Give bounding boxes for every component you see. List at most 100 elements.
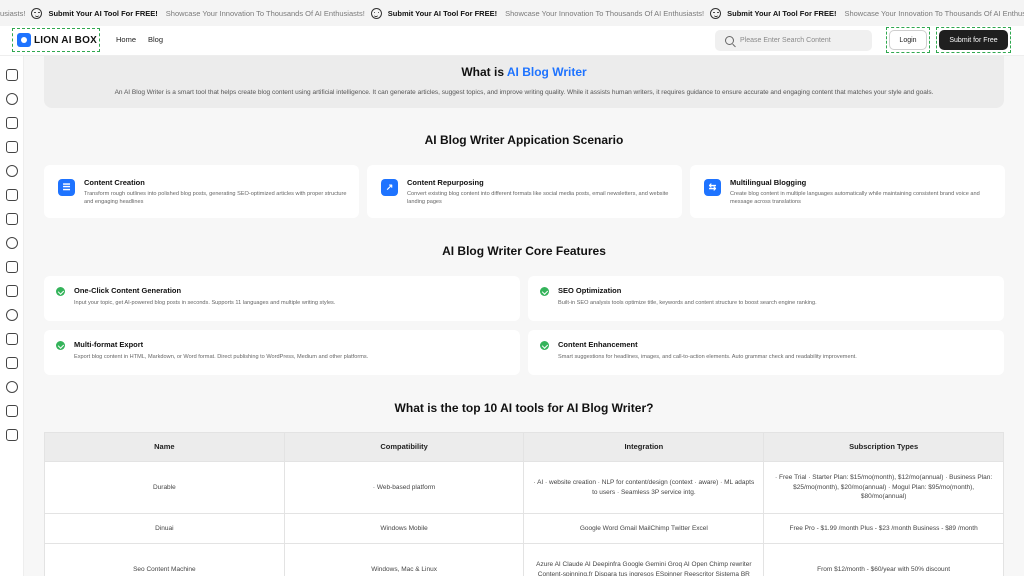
integration-cell: Google Word Gmail MailChimp Twitter Exce…	[523, 513, 765, 544]
site-logo[interactable]: LION AI BOX	[12, 28, 100, 52]
subscription-cell: From $12/month - $60/year with 50% disco…	[763, 543, 1004, 576]
table-row[interactable]: Seo Content Machine Windows, Mac & Linux…	[44, 543, 1004, 576]
image-icon[interactable]	[6, 93, 18, 105]
category-sidebar	[0, 56, 24, 576]
check-icon	[56, 287, 65, 296]
logo-text: LION AI BOX	[34, 34, 97, 46]
trend-icon: ↗	[381, 179, 398, 196]
media-icon[interactable]	[6, 381, 18, 393]
login-button-label: Login	[889, 30, 927, 50]
login-button[interactable]: Login	[886, 27, 930, 53]
column-header: Subscription Types	[763, 432, 1004, 462]
feature-title: SEO Optimization	[558, 286, 622, 295]
nav-home-link[interactable]: Home	[116, 35, 136, 44]
compatibility-cell: Windows Mobile	[283, 513, 525, 544]
ticker-text: Showcase Your Innovation To Thousands Of…	[165, 8, 365, 18]
misc-icon[interactable]	[6, 405, 18, 417]
nav-blog-link[interactable]: Blog	[148, 35, 163, 44]
ticker-text: Showcase Your Innovation To Thousands Of…	[505, 8, 705, 18]
feature-desc: Export blog content in HTML, Markdown, o…	[74, 354, 369, 360]
scenario-desc: Create blog content in multiple language…	[730, 191, 980, 206]
tool-name-cell[interactable]: Seo Content Machine	[44, 543, 285, 576]
ticker-text: s Of AI Enthusiasts!	[0, 8, 26, 18]
feature-desc: Smart suggestions for headlines, images,…	[558, 354, 857, 360]
ticker-cta[interactable]: Submit Your AI Tool For FREE!	[388, 9, 497, 18]
intro-description: An AI Blog Writer is a smart tool that h…	[114, 89, 934, 96]
table-header-row: Name Compatibility Integration Subscript…	[44, 432, 1004, 462]
scenario-desc: Transform rough outlines into polished b…	[84, 191, 347, 206]
scenario-title: Multilingual Blogging	[730, 178, 807, 187]
table-row[interactable]: Durable · Web-based platform · AI · webs…	[44, 461, 1004, 514]
design-icon[interactable]	[6, 261, 18, 273]
column-header: Compatibility	[283, 432, 525, 462]
submit-button-label: Submit for Free	[939, 30, 1008, 50]
top-header: LION AI BOX Home Blog Please Enter Searc…	[0, 26, 1024, 56]
top-tools-title: What is the top 10 AI tools for AI Blog …	[394, 401, 654, 415]
tool-name-cell[interactable]: Dinuai	[44, 513, 285, 544]
column-header: Name	[44, 432, 285, 462]
feature-desc: Built-in SEO analysis tools optimize tit…	[558, 300, 817, 306]
intro-title: What is AI Blog Writer	[44, 65, 1004, 79]
chat-icon[interactable]	[6, 165, 18, 177]
ticker-item: Showcase Your Innovation To Thousands Of…	[505, 7, 836, 19]
check-icon	[56, 341, 65, 350]
feature-card: One-Click Content Generation Input your …	[44, 276, 520, 321]
scenario-title: Content Repurposing	[407, 178, 484, 187]
vr-icon[interactable]	[6, 357, 18, 369]
ticker-item: Showcase Your Innovation To Thousands Of…	[165, 7, 497, 19]
search-input[interactable]: Please Enter Search Content	[715, 30, 872, 51]
ticker-track: s Of AI Enthusiasts! Submit Your AI Tool …	[0, 7, 1024, 19]
scenario-title: Content Creation	[84, 178, 145, 187]
ticker-item: Showcase Your Innovation To Thousands Of…	[844, 8, 1024, 19]
submit-for-free-button[interactable]: Submit for Free	[936, 27, 1011, 53]
tools-table: Name Compatibility Integration Subscript…	[44, 432, 1004, 576]
video-icon[interactable]	[6, 117, 18, 129]
feature-title: One-Click Content Generation	[74, 286, 182, 295]
ticker-cta[interactable]: Submit Your AI Tool For FREE!	[48, 9, 157, 18]
column-header: Integration	[523, 432, 765, 462]
code-icon[interactable]	[6, 141, 18, 153]
text-icon[interactable]	[6, 69, 18, 81]
smile-icon	[710, 7, 722, 19]
feature-desc: Input your topic, get AI-powered blog po…	[74, 300, 336, 306]
feature-title: Content Enhancement	[558, 340, 638, 349]
business-icon[interactable]	[6, 285, 18, 297]
feature-card: Content Enhancement Smart suggestions fo…	[528, 330, 1004, 375]
compatibility-cell: · Web-based platform	[283, 461, 525, 514]
health-icon[interactable]	[6, 333, 18, 345]
subscription-cell: · Free Trial · Starter Plan: $15/mo(mont…	[763, 461, 1004, 514]
main-content: What is AI Blog Writer An AI Blog Writer…	[24, 56, 1024, 576]
check-icon	[540, 341, 549, 350]
tool-name-cell[interactable]: Durable	[44, 461, 285, 514]
education-icon[interactable]	[6, 309, 18, 321]
scenario-card: ↗ Content Repurposing Convert existing b…	[367, 165, 682, 218]
check-icon	[540, 287, 549, 296]
marketing-icon[interactable]	[6, 213, 18, 225]
announcement-ticker: s Of AI Enthusiasts! Submit Your AI Tool …	[0, 0, 1024, 26]
exchange-icon: ⇆	[704, 179, 721, 196]
integration-cell: · AI · website creation · NLP for conten…	[523, 461, 765, 514]
subscription-cell: Free Pro - $1.99 /month Plus - $23 /mont…	[763, 513, 1004, 544]
logo-icon	[17, 33, 31, 47]
features-title: AI Blog Writer Core Features	[442, 244, 606, 258]
table-row[interactable]: Dinuai Windows Mobile Google Word Gmail …	[44, 513, 1004, 544]
ticker-cta[interactable]: Submit Your AI Tool For FREE!	[727, 9, 836, 18]
command-icon[interactable]	[6, 237, 18, 249]
smile-icon	[31, 7, 43, 19]
integration-cell: Azure AI Claude AI Deepinfra Google Gemi…	[523, 543, 765, 576]
scenario-card: ⇆ Multilingual Blogging Create blog cont…	[690, 165, 1005, 218]
main-nav: Home Blog	[116, 35, 163, 44]
ticker-item: s Of AI Enthusiasts! Submit Your AI Tool …	[0, 7, 158, 19]
intro-title-prefix: What is	[461, 65, 507, 79]
scenario-desc: Convert existing blog content into diffe…	[407, 191, 669, 206]
intro-panel: What is AI Blog Writer An AI Blog Writer…	[44, 56, 1004, 108]
intro-title-highlight: AI Blog Writer	[506, 65, 587, 79]
office-icon[interactable]	[6, 189, 18, 201]
apps-icon[interactable]	[6, 429, 18, 441]
feature-card: SEO Optimization Built-in SEO analysis t…	[528, 276, 1004, 321]
search-icon	[725, 36, 734, 45]
list-icon: ☰	[58, 179, 75, 196]
search-placeholder: Please Enter Search Content	[740, 37, 831, 44]
scenarios-title: AI Blog Writer Appication Scenario	[424, 133, 624, 147]
feature-card: Multi-format Export Export blog content …	[44, 330, 520, 375]
